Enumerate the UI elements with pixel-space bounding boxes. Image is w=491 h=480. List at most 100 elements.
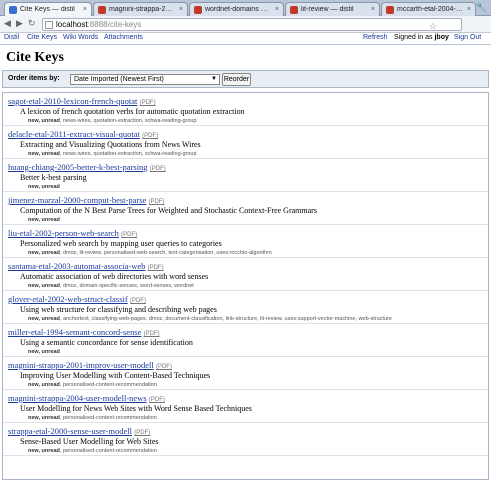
pdf-link[interactable]: (PDF) <box>121 232 137 238</box>
pdf-link[interactable]: (PDF) <box>149 199 165 205</box>
pdf-link[interactable]: (PDF) <box>130 298 146 304</box>
pdf-link[interactable]: (PDF) <box>134 430 150 436</box>
item-tags: new, unread <box>8 349 488 355</box>
nav-attachments[interactable]: Attachments <box>104 34 143 41</box>
item-tags: new, unread, personalised-content-recomm… <box>8 448 488 454</box>
nav-refresh[interactable]: Refresh <box>363 34 388 41</box>
cite-key-link[interactable]: jimenez-marzal-2000-comput-best-parse <box>8 195 146 205</box>
signed-in-label: Signed in as jboy <box>394 34 449 41</box>
topic-tags: , personalised-content-recommendation <box>59 415 157 421</box>
reorder-button[interactable]: Reorder <box>222 73 251 86</box>
list-item: jimenez-marzal-2000-comput-best-parse (P… <box>3 192 488 225</box>
status-tags: new, unread <box>28 250 60 256</box>
close-icon[interactable]: × <box>83 6 87 13</box>
status-tags: new, unread <box>28 217 60 223</box>
status-tags: new, unread <box>28 415 60 421</box>
status-tags: new, unread <box>28 283 60 289</box>
browser-toolbar: ◀ ▶ ↻ localhost:8888/cite-keys ☆ <box>0 16 491 33</box>
item-title: User Modelling for News Web Sites with W… <box>20 404 252 413</box>
wrench-icon[interactable]: 🔧 <box>476 2 487 13</box>
bookmark-star-icon[interactable]: ☆ <box>429 21 437 32</box>
status-tags: new, unread <box>28 118 60 124</box>
item-title: Improving User Modelling with Content-Ba… <box>20 371 211 380</box>
browser-tab[interactable]: Cite Keys — distil × <box>4 2 92 16</box>
item-tags: new, unread, anchortext, classifying-web… <box>8 316 488 322</box>
cite-key-link[interactable]: magnini-strappa-2001-improv-user-modell <box>8 360 154 370</box>
pdf-link[interactable]: (PDF) <box>142 133 158 139</box>
close-icon[interactable]: × <box>467 6 471 13</box>
status-tags: new, unread <box>28 382 60 388</box>
topic-tags: , news-wires, quotation-extraction, schw… <box>59 151 197 157</box>
favicon-icon <box>386 5 394 14</box>
nav-cite-keys[interactable]: Cite Keys <box>27 34 57 41</box>
list-item: delacle-etal-2011-extract-visual-quotat … <box>3 126 488 159</box>
address-bar[interactable]: localhost:8888/cite-keys ☆ <box>42 18 462 31</box>
back-icon[interactable]: ◀ <box>4 18 11 29</box>
browser-tab[interactable]: wordnet-domains — ... × <box>189 2 284 16</box>
cite-key-link[interactable]: magnini-strappa-2004-user-modell-news <box>8 393 147 403</box>
cite-key-link[interactable]: huang-chiang-2005-better-k-best-parsing <box>8 162 148 172</box>
status-tags: new, unread <box>28 184 60 190</box>
status-tags: new, unread <box>28 151 60 157</box>
item-title: Using web structure for classifying and … <box>20 305 217 314</box>
app-nav: Distil Cite Keys Wiki Words Attachments … <box>0 33 491 45</box>
cite-key-link[interactable]: santama-etal-2003-automat-associa-web <box>8 261 145 271</box>
pdf-link[interactable]: (PDF) <box>149 397 165 403</box>
chevron-down-icon: ▼ <box>211 76 217 82</box>
browser-tab[interactable]: mccarth-etal-2004-fi... × <box>381 2 476 16</box>
tab-label: wordnet-domains — ... <box>205 6 272 13</box>
cite-key-link[interactable]: strappa-etal-2000-sense-user-modell <box>8 426 132 436</box>
tab-label: mccarth-etal-2004-fi... <box>397 6 464 13</box>
order-select-value: Date Imported (Newest First) <box>74 76 164 83</box>
pdf-link[interactable]: (PDF) <box>140 100 156 106</box>
item-tags: new, unread, personalised-content-recomm… <box>8 415 488 421</box>
nav-distil[interactable]: Distil <box>4 34 19 41</box>
pdf-link[interactable]: (PDF) <box>148 265 164 271</box>
cite-key-link[interactable]: miller-etal-1994-semant-concord-sense <box>8 327 141 337</box>
nav-wiki-words[interactable]: Wiki Words <box>63 34 98 41</box>
order-select[interactable]: Date Imported (Newest First) ▼ <box>70 74 220 85</box>
status-tags: new, unread <box>28 448 60 454</box>
list-item: liu-etal-2002-person-web-search (PDF) Per… <box>3 225 488 258</box>
list-item: glover-etal-2002-web-struct-classif (PDF… <box>3 291 488 324</box>
pdf-link[interactable]: (PDF) <box>156 364 172 370</box>
cite-key-list: sagot-etal-2010-lexicon-french-quotat (P… <box>2 92 489 480</box>
nav-sign-out[interactable]: Sign Out <box>454 34 481 41</box>
reload-icon[interactable]: ↻ <box>28 18 36 29</box>
browser-tab[interactable]: lit-review — distil × <box>285 2 380 16</box>
list-item: strappa-etal-2000-sense-user-modell (PDF… <box>3 423 488 456</box>
list-item: magnini-strappa-2001-improv-user-modell … <box>3 357 488 390</box>
item-title: Automatic association of web directories… <box>20 272 209 281</box>
item-tags: new, unread, news-wires, quotation-extra… <box>8 118 488 124</box>
cite-key-link[interactable]: delacle-etal-2011-extract-visual-quotat <box>8 129 140 139</box>
cite-key-link[interactable]: sagot-etal-2010-lexicon-french-quotat <box>8 96 137 106</box>
list-item: huang-chiang-2005-better-k-best-parsing … <box>3 159 488 192</box>
item-title: Better k-best parsing <box>20 173 87 182</box>
tab-label: magnini-strappa-200... <box>109 6 176 13</box>
pdf-link[interactable]: (PDF) <box>144 331 160 337</box>
order-label: Order items by: <box>8 75 60 82</box>
item-tags: new, unread, dmoz, lit-review, personali… <box>8 250 488 256</box>
pdf-link[interactable]: (PDF) <box>150 166 166 172</box>
page-icon <box>45 21 53 29</box>
item-tags: new, unread, news-wires, quotation-extra… <box>8 151 488 157</box>
item-tags: new, unread, personalised-content-recomm… <box>8 382 488 388</box>
list-item: santama-etal-2003-automat-associa-web (P… <box>3 258 488 291</box>
item-title: Extracting and Visualizing Quotations fr… <box>20 140 201 149</box>
item-title: Using a semantic concordance for sense i… <box>20 338 193 347</box>
forward-icon[interactable]: ▶ <box>16 18 23 29</box>
close-icon[interactable]: × <box>371 6 375 13</box>
cite-key-link[interactable]: glover-etal-2002-web-struct-classif <box>8 294 128 304</box>
browser-tab[interactable]: magnini-strappa-200... × <box>93 2 188 16</box>
topic-tags: , news-wires, quotation-extraction, schw… <box>59 118 197 124</box>
status-tags: new, unread <box>28 349 60 355</box>
list-item: sagot-etal-2010-lexicon-french-quotat (P… <box>3 93 488 126</box>
topic-tags: , personalised-content-recommendation <box>59 382 157 388</box>
url-host: localhost <box>56 20 88 29</box>
cite-key-link[interactable]: liu-etal-2002-person-web-search <box>8 228 119 238</box>
favicon-icon <box>290 5 298 14</box>
close-icon[interactable]: × <box>179 6 183 13</box>
close-icon[interactable]: × <box>275 6 279 13</box>
page-title: Cite Keys <box>6 50 64 65</box>
item-title: A lexicon of french quotation verbs for … <box>20 107 245 116</box>
